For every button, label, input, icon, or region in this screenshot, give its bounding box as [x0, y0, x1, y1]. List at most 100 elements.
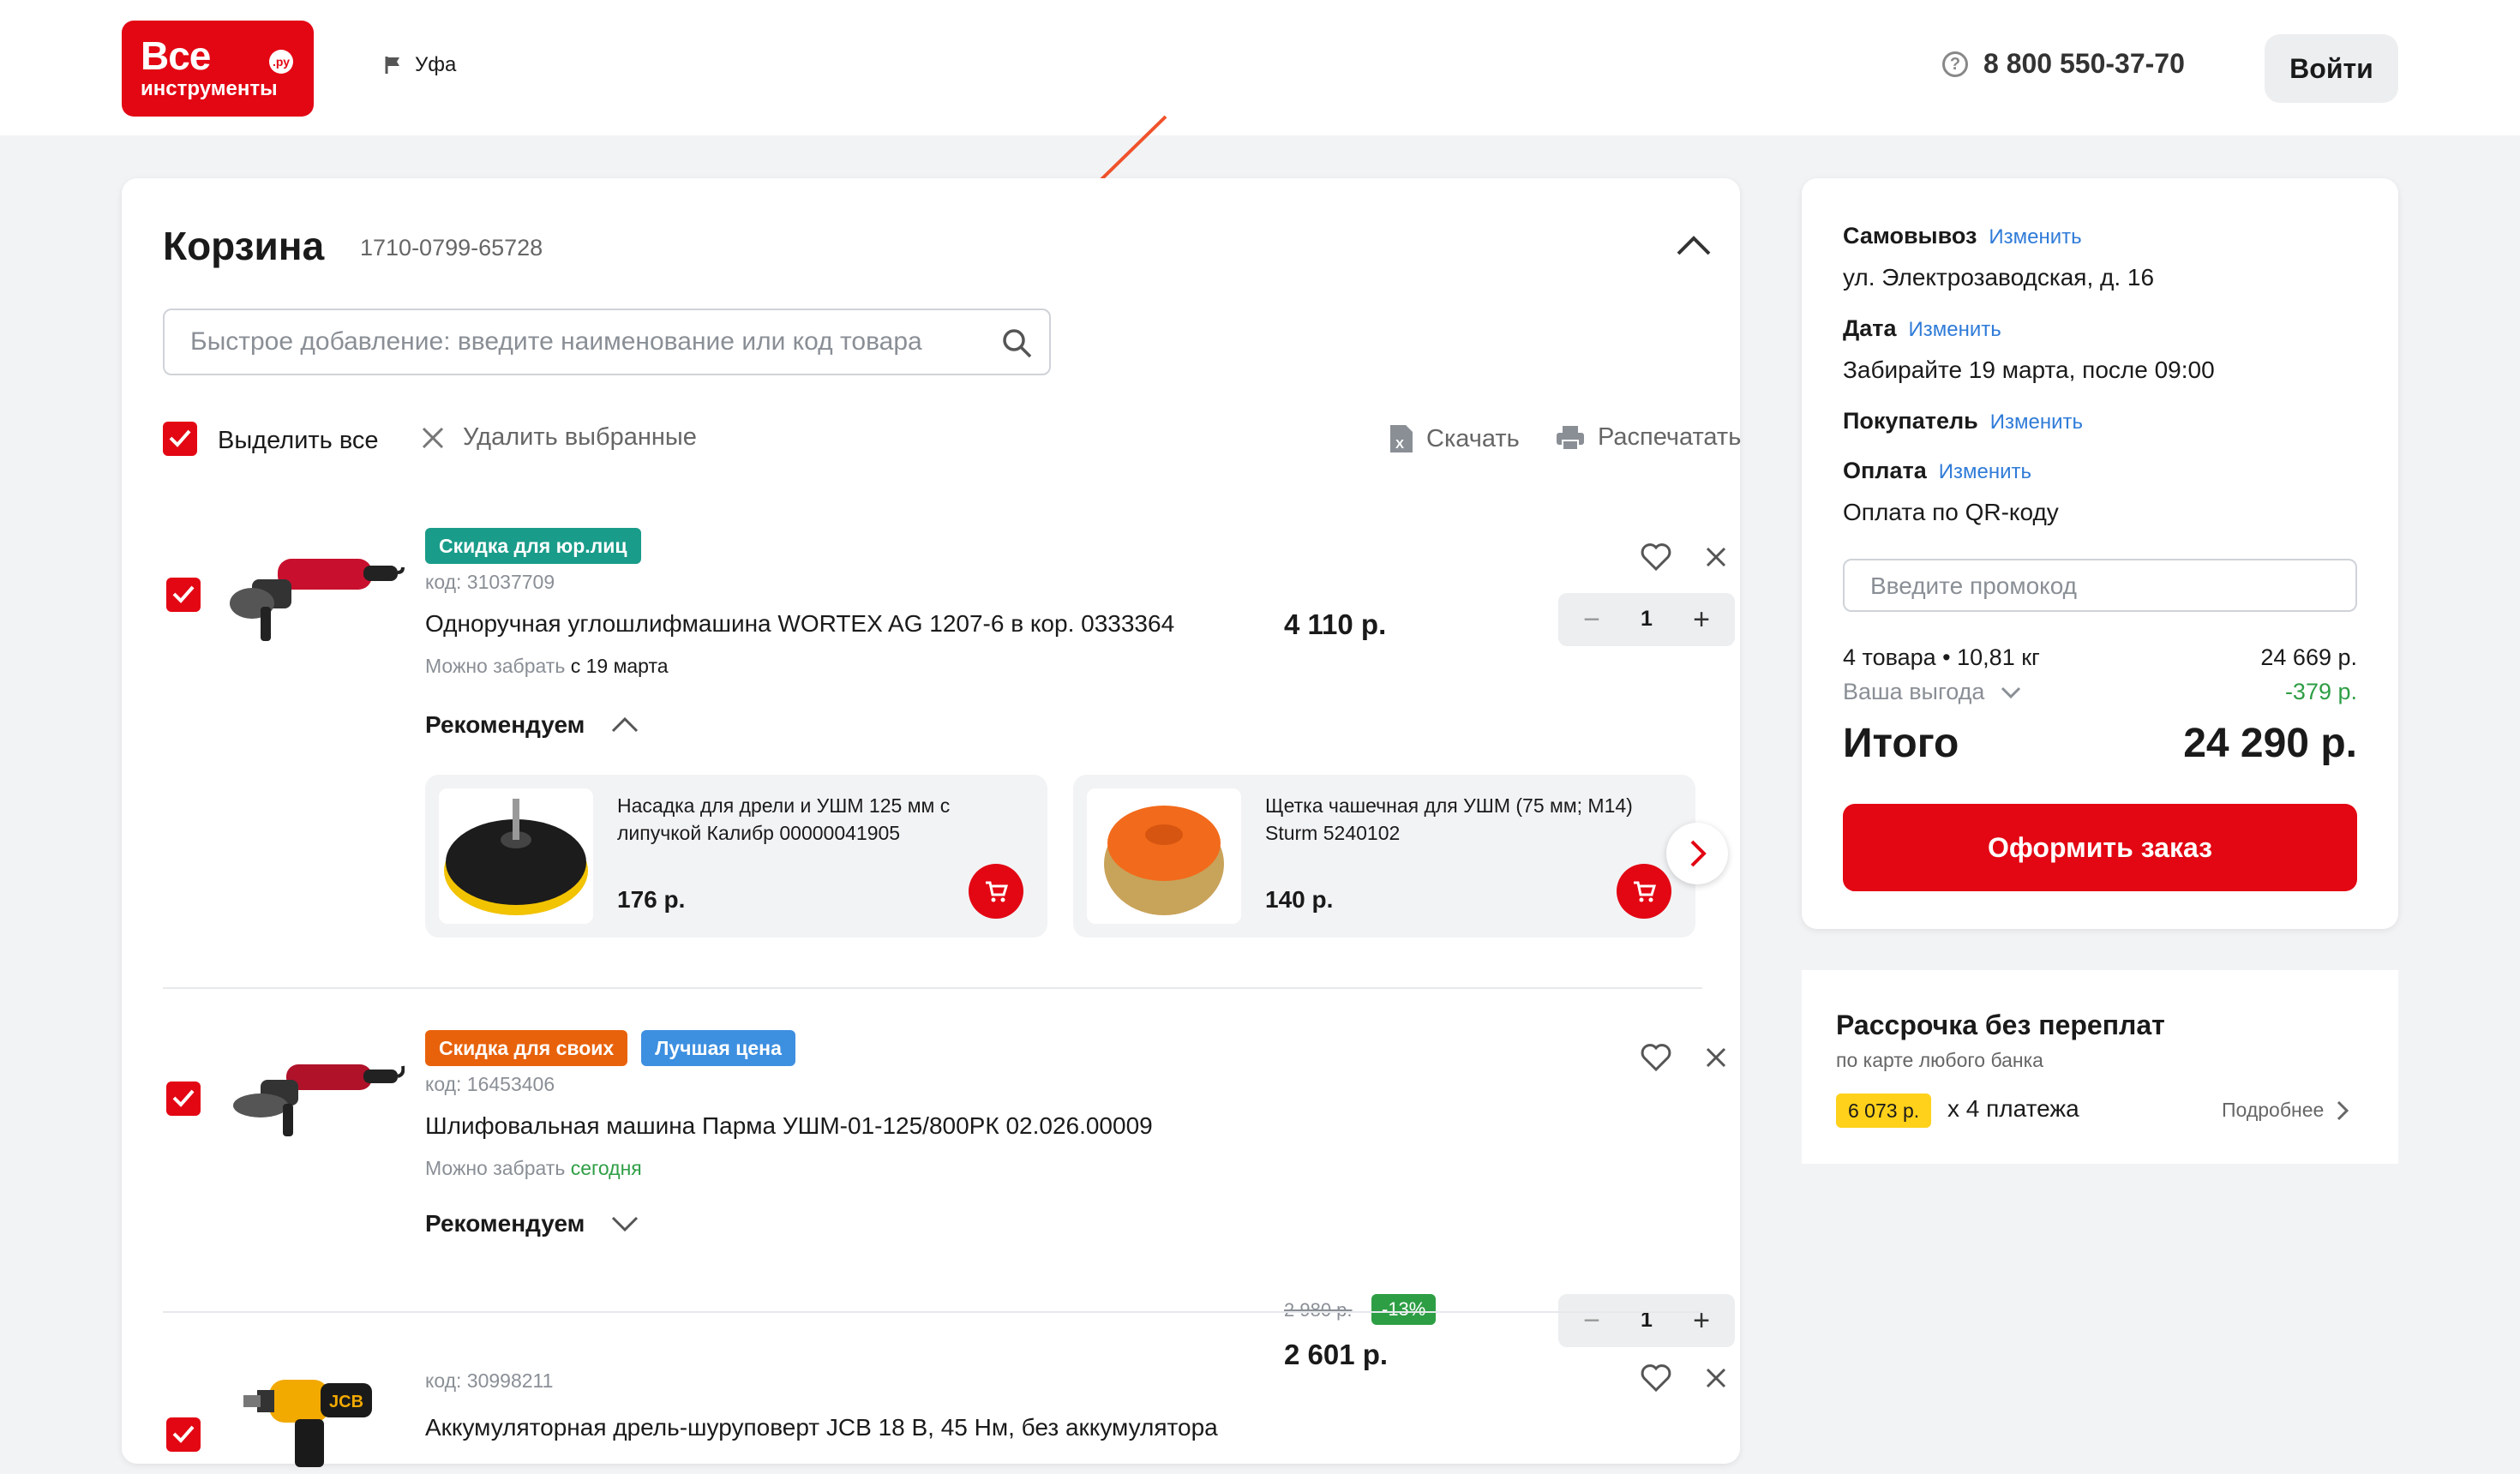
print-button[interactable]: Распечатать — [1555, 423, 1741, 452]
delete-selected-label: Удалить выбранные — [463, 423, 697, 451]
heart-icon[interactable] — [1639, 1040, 1673, 1075]
installment-more-link[interactable]: Подробнее — [2222, 1099, 2349, 1122]
logo-text-top: Все — [141, 33, 211, 78]
recommendations-toggle[interactable]: Рекомендуем — [425, 711, 639, 739]
flag-icon — [385, 57, 399, 74]
change-payment-link[interactable]: Изменить — [1939, 460, 2031, 483]
total-value: 24 290 р. — [2183, 721, 2357, 766]
benefit-toggle[interactable]: Ваша выгода — [1843, 679, 2022, 705]
remove-item-icon[interactable] — [1699, 1361, 1733, 1395]
phone-number: 8 800 550-37-70 — [1983, 48, 2185, 79]
chevron-right-icon — [2337, 1100, 2349, 1120]
item-checkbox[interactable] — [166, 1082, 201, 1116]
item-checkbox[interactable] — [166, 578, 201, 612]
product-name[interactable]: Шлифовальная машина Парма УШМ-01-125/800… — [425, 1112, 1153, 1140]
cart-id: 1710-0799-65728 — [360, 235, 543, 261]
cart-item: JCB код: 30998211 Аккумуляторная дрель-ш… — [163, 1335, 1726, 1467]
badges: Скидка для своих Лучшая цена — [425, 1030, 795, 1066]
add-to-cart-button[interactable] — [969, 864, 1023, 919]
cordless-drill-image[interactable]: JCB — [226, 1354, 405, 1474]
buyer-row: Покупатель Изменить — [1843, 408, 2083, 434]
discount-badge: -13% — [1371, 1294, 1437, 1325]
site-logo[interactable]: Все .ру инструменты — [122, 21, 314, 117]
remove-item-icon[interactable] — [1699, 540, 1733, 574]
cart-item: Скидка для своих Лучшая цена код: 164534… — [163, 1015, 1735, 1370]
angle-grinder-image[interactable] — [226, 1032, 405, 1152]
site-header: Все .ру инструменты Уфа ? 8 800 550-37-7… — [0, 0, 2520, 135]
item-divider — [163, 1311, 1702, 1313]
recommendation-card[interactable]: Насадка для дрели и УШМ 125 мм с липучко… — [425, 775, 1047, 938]
installment-payments: х 4 платежа — [1947, 1095, 2079, 1122]
total-label: Итого — [1843, 721, 1959, 766]
logo-text-bottom: инструменты — [141, 77, 278, 100]
select-all-label[interactable]: Выделить все — [218, 427, 379, 455]
printer-icon — [1557, 425, 1584, 451]
availability: Можно забрать сегодня — [425, 1157, 642, 1180]
payment-value: Оплата по QR-коду — [1843, 499, 2059, 525]
friends-discount-badge: Скидка для своих — [425, 1030, 628, 1066]
product-name[interactable]: Аккумуляторная дрель-шуруповерт JCB 18 В… — [425, 1414, 1218, 1441]
recommendations-title: Рекомендуем — [425, 1210, 585, 1237]
item-divider — [163, 987, 1702, 989]
download-button[interactable]: X Скачать — [1389, 423, 1520, 454]
recommendations-toggle[interactable]: Рекомендуем — [425, 1210, 639, 1237]
recommendations-title: Рекомендуем — [425, 711, 585, 738]
change-buyer-link[interactable]: Изменить — [1990, 410, 2083, 434]
change-date-link[interactable]: Изменить — [1909, 318, 2001, 341]
search-icon[interactable] — [1001, 327, 1034, 360]
availability: Можно забрать с 19 марта — [425, 655, 669, 678]
pickup-row: Самовывоз Изменить — [1843, 223, 2082, 249]
date-value: Забирайте 19 марта, после 09:00 — [1843, 357, 2215, 383]
pickup-label: Самовывоз — [1843, 223, 1977, 249]
login-button[interactable]: Войти — [2265, 34, 2398, 103]
best-price-badge: Лучшая цена — [641, 1030, 795, 1066]
heart-icon[interactable] — [1639, 540, 1673, 574]
select-all-checkbox[interactable] — [163, 422, 197, 456]
heart-icon[interactable] — [1639, 1361, 1673, 1395]
angle-grinder-image[interactable] — [226, 533, 405, 653]
availability-prefix: Можно забрать — [425, 655, 566, 677]
recommendation-price: 176 р. — [617, 886, 686, 913]
product-price: 4 110 р. — [1284, 608, 1387, 640]
cart-icon — [1634, 881, 1657, 902]
remove-item-icon[interactable] — [1699, 1040, 1733, 1075]
buyer-label: Покупатель — [1843, 408, 1978, 434]
checkout-button[interactable]: Оформить заказ — [1843, 804, 2357, 891]
pickup-address: ул. Электрозаводская, д. 16 — [1843, 264, 2155, 291]
legal-discount-badge: Скидка для юр.лиц — [425, 528, 641, 564]
help-icon[interactable]: ? — [1942, 51, 1968, 77]
installment-more-label: Подробнее — [2222, 1099, 2325, 1121]
logo-ru-mark: .ру — [269, 50, 293, 74]
payment-row: Оплата Изменить — [1843, 458, 2031, 484]
recommendation-price: 140 р. — [1265, 886, 1334, 913]
check-icon — [172, 585, 195, 603]
items-sum: 24 669 р. — [2260, 644, 2357, 670]
add-to-cart-button[interactable] — [1617, 864, 1671, 919]
svg-text:JCB: JCB — [329, 1393, 363, 1411]
change-pickup-link[interactable]: Изменить — [1989, 225, 2081, 249]
product-name[interactable]: Одноручная углошлифмашина WORTEX AG 1207… — [425, 610, 1174, 638]
recommendations-next-button[interactable] — [1666, 823, 1728, 884]
chevron-up-icon — [612, 716, 639, 733]
check-icon — [172, 1425, 195, 1443]
installment-title: Рассрочка без переплат — [1836, 1010, 2165, 1040]
quick-add-input[interactable] — [165, 310, 996, 374]
cart-icon — [986, 881, 1009, 902]
recommendation-name: Насадка для дрели и УШМ 125 мм с липучко… — [617, 794, 951, 844]
date-label: Дата — [1843, 315, 1897, 341]
recommendation-card[interactable]: Щетка чашечная для УШМ (75 мм; М14) Stur… — [1073, 775, 1695, 938]
city-selector[interactable]: Уфа — [384, 53, 456, 77]
chevron-up-icon[interactable] — [1673, 228, 1714, 262]
product-code: код: 16453406 — [425, 1073, 555, 1095]
download-label: Скачать — [1426, 424, 1520, 452]
check-icon — [169, 429, 191, 447]
sanding-pad-image — [439, 788, 593, 924]
promo-input[interactable] — [1845, 560, 2352, 612]
delete-selected-button[interactable]: Удалить выбранные — [420, 423, 697, 452]
qty-increase-button[interactable]: + — [1682, 600, 1721, 639]
wire-brush-image — [1087, 788, 1241, 924]
benefit-label: Ваша выгода — [1843, 679, 1985, 704]
svg-text:X: X — [1395, 437, 1404, 452]
item-checkbox[interactable] — [166, 1417, 201, 1452]
support-phone[interactable]: ? 8 800 550-37-70 — [1942, 48, 2185, 80]
